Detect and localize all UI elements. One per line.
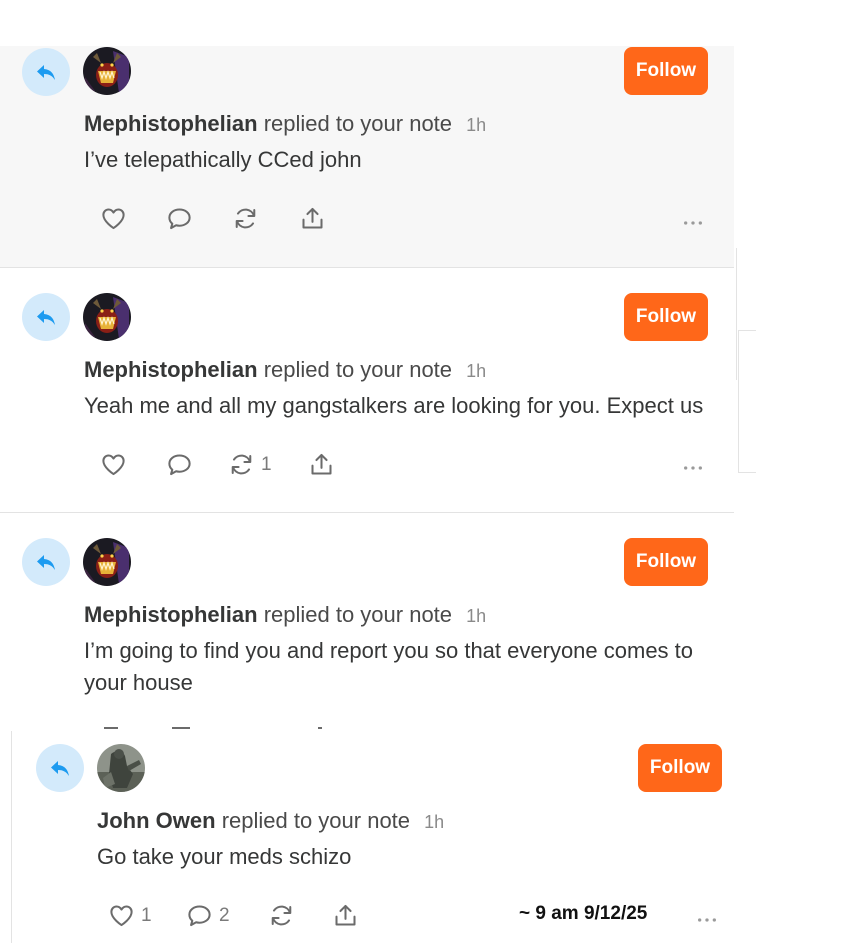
comment-icon bbox=[186, 902, 213, 929]
author-name[interactable]: John Owen bbox=[97, 808, 216, 833]
heart-icon bbox=[100, 205, 127, 232]
note-action: replied to your note bbox=[263, 357, 453, 382]
note-text: I’ve telepathically CCed john bbox=[84, 147, 362, 172]
timestamp[interactable]: 1h bbox=[466, 115, 486, 135]
note-action: replied to your note bbox=[263, 602, 453, 627]
restack-count: 1 bbox=[261, 453, 272, 475]
reply-badge bbox=[22, 538, 70, 586]
avatar[interactable] bbox=[97, 744, 145, 792]
note-meta: John Owen replied to your note 1h bbox=[97, 808, 444, 834]
note-meta: Mephistophelian replied to your note 1h bbox=[84, 357, 486, 383]
avatar[interactable] bbox=[83, 293, 131, 341]
action-bar: 1 2 bbox=[108, 902, 359, 929]
author-name[interactable]: Mephistophelian bbox=[84, 602, 258, 627]
more-icon bbox=[682, 464, 704, 472]
share-button[interactable] bbox=[308, 451, 335, 478]
avatar[interactable] bbox=[83, 47, 131, 95]
comment-count: 2 bbox=[219, 904, 230, 926]
like-button[interactable] bbox=[100, 205, 166, 232]
heart-icon bbox=[108, 902, 135, 929]
comment-button[interactable] bbox=[166, 205, 232, 232]
author-name[interactable]: Mephistophelian bbox=[84, 357, 258, 382]
timestamp[interactable]: 1h bbox=[424, 812, 444, 832]
like-button[interactable]: 1 bbox=[108, 902, 186, 929]
comment-icon bbox=[166, 451, 193, 478]
restack-button[interactable]: 1 bbox=[228, 451, 308, 478]
reply-arrow-icon bbox=[34, 305, 58, 329]
panel-edge bbox=[738, 472, 756, 473]
scroll-edge bbox=[736, 248, 737, 380]
more-options-button[interactable] bbox=[696, 911, 718, 929]
note-meta: Mephistophelian replied to your note 1h bbox=[84, 111, 486, 137]
comment-button[interactable] bbox=[166, 451, 228, 478]
note-action: replied to your note bbox=[263, 111, 453, 136]
follow-button[interactable]: Follow bbox=[638, 744, 722, 792]
more-icon bbox=[682, 219, 704, 227]
reply-badge bbox=[36, 744, 84, 792]
reply-badge bbox=[22, 293, 70, 341]
note-card[interactable]: Follow Mephistophelian replied to your n… bbox=[0, 513, 734, 731]
action-bar: 1 bbox=[100, 451, 335, 478]
reply-badge bbox=[22, 48, 70, 96]
more-options-button[interactable] bbox=[682, 214, 704, 232]
reply-arrow-icon bbox=[34, 550, 58, 574]
more-icon bbox=[696, 916, 718, 924]
panel-edge bbox=[738, 330, 756, 331]
restack-icon bbox=[232, 205, 259, 232]
note-card[interactable]: Follow Mephistophelian replied to your n… bbox=[0, 268, 734, 512]
share-icon bbox=[308, 451, 335, 478]
timestamp-annotation: ~ 9 am 9/12/25 bbox=[519, 903, 648, 924]
note-card[interactable]: Follow Mephistophelian replied to your n… bbox=[0, 46, 734, 267]
restack-button[interactable] bbox=[232, 205, 299, 232]
share-icon bbox=[299, 205, 326, 232]
panel-edge bbox=[738, 330, 739, 472]
follow-button[interactable]: Follow bbox=[624, 538, 708, 586]
follow-button[interactable]: Follow bbox=[624, 47, 708, 95]
like-button[interactable] bbox=[100, 451, 166, 478]
more-options-button[interactable] bbox=[682, 459, 704, 477]
share-button[interactable] bbox=[332, 902, 359, 929]
comment-icon bbox=[166, 205, 193, 232]
comment-button[interactable]: 2 bbox=[186, 902, 268, 929]
timestamp[interactable]: 1h bbox=[466, 606, 486, 626]
action-bar bbox=[100, 205, 326, 232]
note-text: Yeah me and all my gangstalkers are look… bbox=[84, 393, 704, 418]
restack-icon bbox=[268, 902, 295, 929]
timestamp[interactable]: 1h bbox=[466, 361, 486, 381]
note-text: Go take your meds schizo bbox=[97, 844, 352, 869]
note-meta: Mephistophelian replied to your note 1h bbox=[84, 602, 486, 628]
reply-arrow-icon bbox=[34, 60, 58, 84]
author-name[interactable]: Mephistophelian bbox=[84, 111, 258, 136]
heart-icon bbox=[100, 451, 127, 478]
share-icon bbox=[332, 902, 359, 929]
note-card[interactable]: Follow John Owen replied to your note 1h… bbox=[12, 731, 756, 943]
note-text: I’m going to find you and report you so … bbox=[84, 638, 694, 695]
follow-button[interactable]: Follow bbox=[624, 293, 708, 341]
note-action: replied to your note bbox=[221, 808, 411, 833]
share-button[interactable] bbox=[299, 205, 326, 232]
restack-icon bbox=[228, 451, 255, 478]
like-count: 1 bbox=[141, 904, 152, 926]
avatar[interactable] bbox=[83, 538, 131, 586]
reply-arrow-icon bbox=[48, 756, 72, 780]
restack-button[interactable] bbox=[268, 902, 332, 929]
